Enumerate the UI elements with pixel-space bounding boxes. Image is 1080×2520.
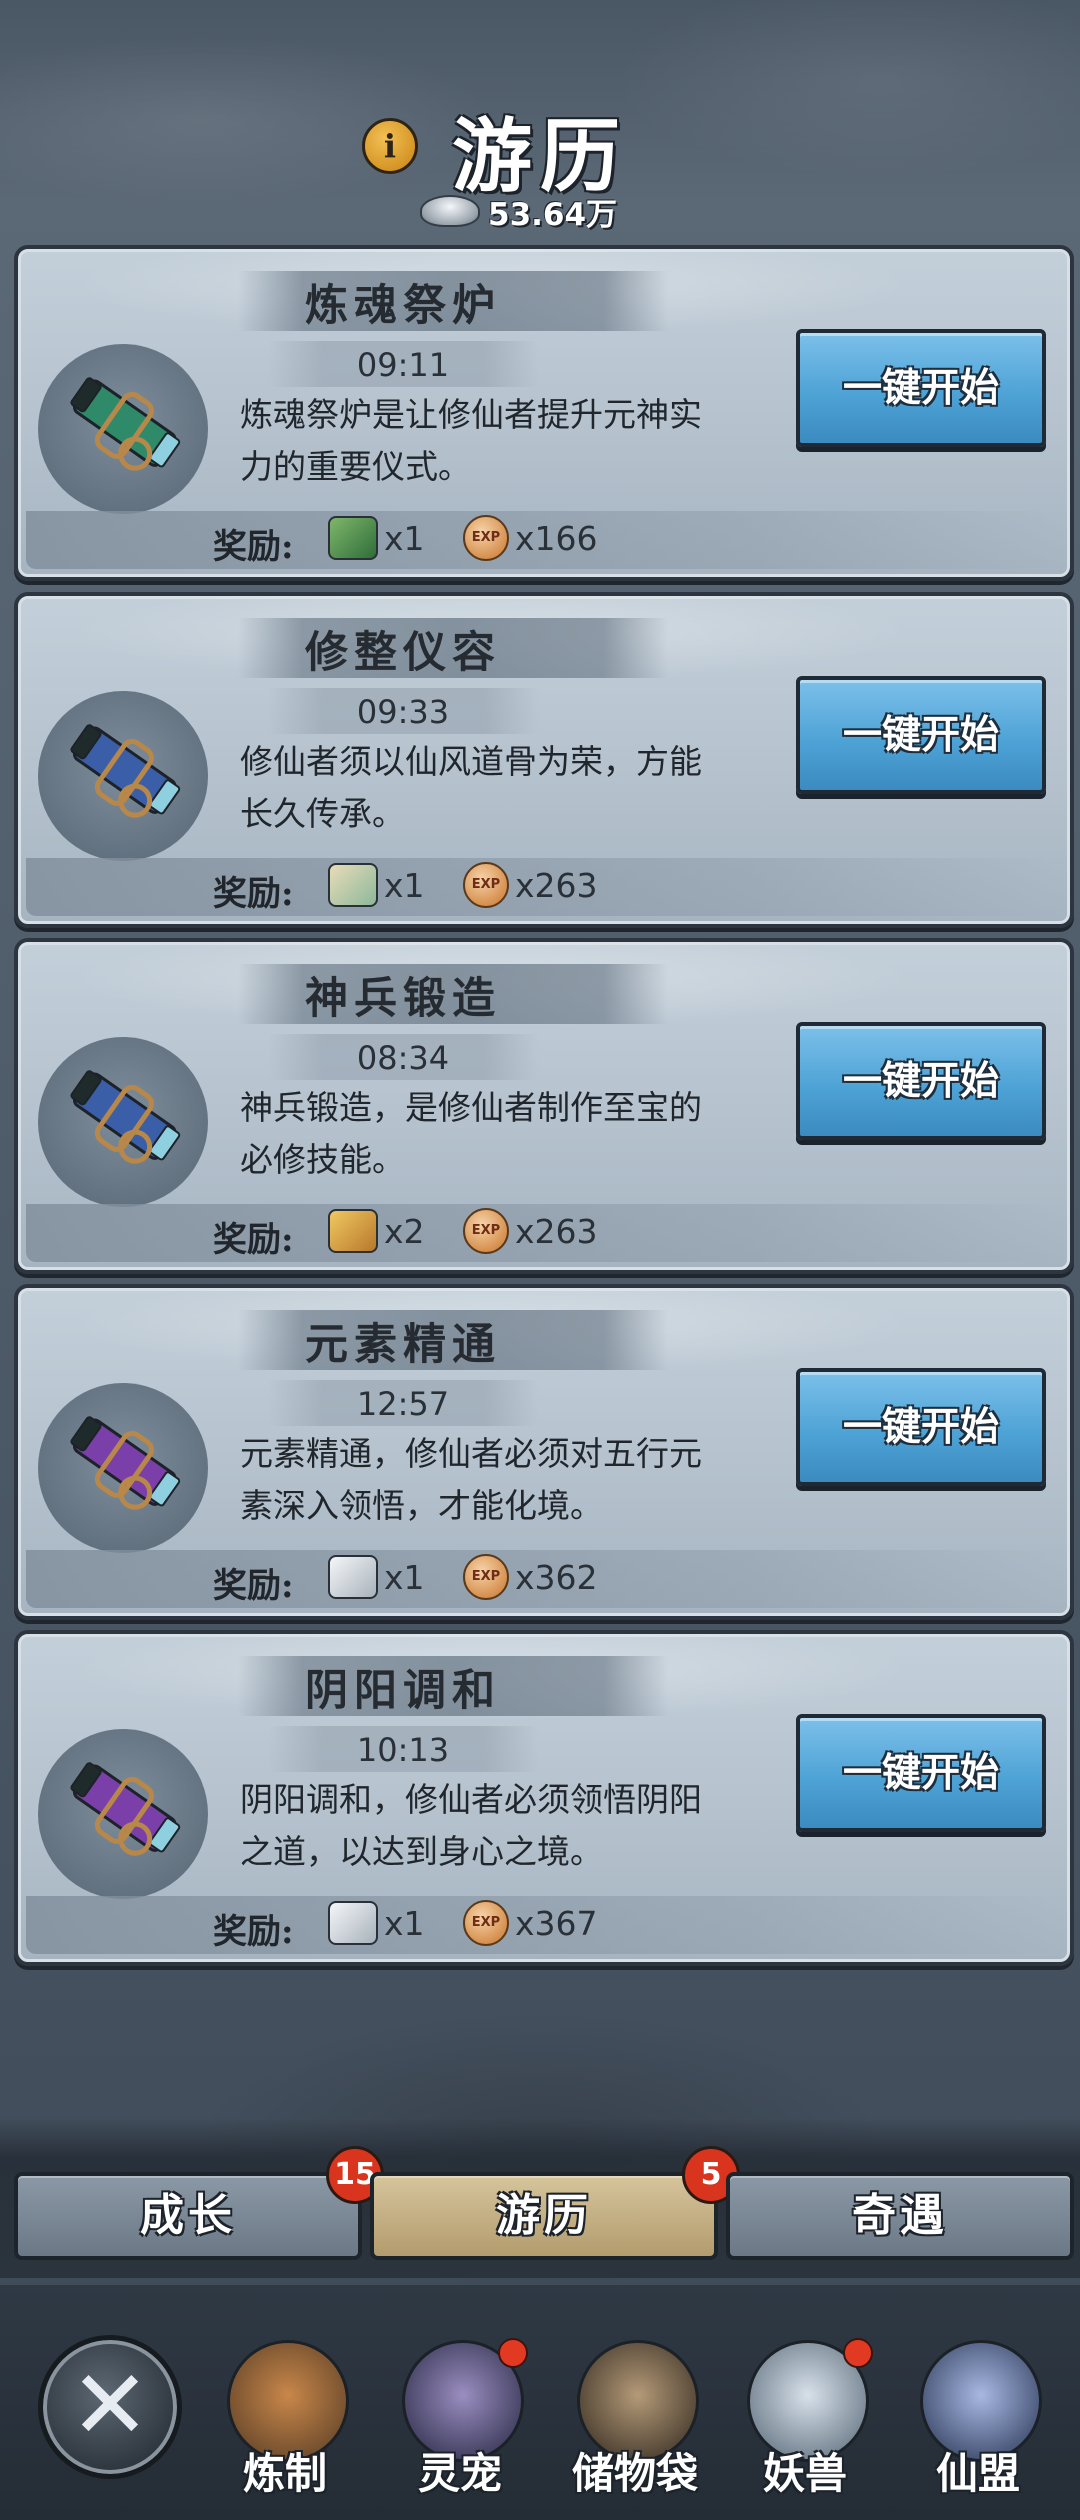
quest-card: 炼魂祭炉 09:11 炼魂祭炉是让修仙者提升元神实 力的重要仪式。 一键开始 奖…	[14, 245, 1074, 581]
description-line: 之道，以达到身心之境。	[240, 1832, 603, 1871]
nav-label: 储物袋	[571, 2449, 698, 2498]
tab-label: 成长	[140, 2190, 236, 2241]
silver-ingot-icon	[420, 195, 480, 227]
nav-item-storage-bag[interactable]: 储物袋	[565, 2340, 705, 2510]
nav-item-demon-beast[interactable]: 妖兽	[735, 2338, 875, 2510]
quest-title: 神兵锻造	[305, 974, 501, 1024]
nav-item-forge[interactable]: 炼制	[215, 2340, 355, 2510]
description-line: 炼魂祭炉是让修仙者提升元神实	[240, 395, 702, 434]
reward-label: 奖励:	[213, 527, 294, 567]
close-x-icon[interactable]: ✕	[38, 2335, 182, 2479]
reward-item-count: x2	[384, 1211, 425, 1251]
scroll-icon	[38, 344, 208, 514]
description-line: 力的重要仪式。	[240, 447, 471, 486]
currency-display: 53.64万	[420, 190, 618, 233]
reward-item-count: x1	[384, 518, 425, 558]
exp-icon: EXP	[463, 1554, 509, 1600]
quest-title: 阴阳调和	[305, 1666, 501, 1716]
scroll-icon	[38, 1037, 208, 1207]
quest-timer: 09:33	[356, 693, 450, 731]
reward-exp-count: x362	[515, 1557, 598, 1597]
description-line: 阴阳调和，修仙者必须领悟阴阳	[240, 1780, 702, 1819]
description-line: 必修技能。	[240, 1140, 405, 1179]
reward-item: x2	[328, 1208, 425, 1254]
reward-exp-count: x263	[515, 1211, 598, 1251]
exp-icon: EXP	[463, 1900, 509, 1946]
quest-description: 神兵锻造，是修仙者制作至宝的 必修技能。	[240, 1082, 800, 1186]
one-click-start-button[interactable]: 一键开始	[796, 329, 1046, 447]
quest-card: 神兵锻造 08:34 神兵锻造，是修仙者制作至宝的 必修技能。 一键开始 奖励:…	[14, 938, 1074, 1274]
exp-icon: EXP	[463, 862, 509, 908]
reward-label: 奖励:	[213, 874, 294, 914]
exp-icon: EXP	[463, 515, 509, 561]
quest-description: 元素精通，修仙者必须对五行元 素深入领悟，才能化境。	[240, 1428, 800, 1532]
reward-item: x1	[328, 1900, 425, 1946]
reward-item: x1	[328, 515, 425, 561]
nav-label: 仙盟	[935, 2449, 1020, 2498]
scroll-icon	[38, 691, 208, 861]
description-line: 素深入领悟，才能化境。	[240, 1486, 603, 1525]
feather-icon	[328, 1901, 378, 1945]
nav-label: 炼制	[242, 2449, 327, 2498]
map-scroll-icon	[328, 863, 378, 907]
nav-item-spirit-pet[interactable]: 灵宠	[390, 2338, 530, 2510]
tab-encounter[interactable]: 奇遇	[726, 2172, 1074, 2260]
description-line: 元素精通，修仙者必须对五行元	[240, 1434, 702, 1473]
quest-timer: 10:13	[356, 1731, 450, 1769]
reward-label: 奖励:	[213, 1220, 294, 1260]
quest-timer: 09:11	[356, 346, 450, 384]
reward-exp: EXP x362	[463, 1554, 598, 1600]
description-line: 修仙者须以仙风道骨为荣，方能	[240, 742, 702, 781]
description-line: 长久传承。	[240, 794, 405, 833]
tab-label: 奇遇	[852, 2190, 948, 2241]
header: i 游历 53.64万	[0, 0, 1080, 233]
one-click-start-button[interactable]: 一键开始	[796, 1022, 1046, 1140]
description-line: 神兵锻造，是修仙者制作至宝的	[240, 1088, 702, 1127]
notification-dot	[498, 2338, 528, 2368]
reward-exp-count: x367	[515, 1903, 598, 1943]
nav-item-immortal-alliance[interactable]: 仙盟	[908, 2340, 1048, 2510]
herb-icon	[328, 516, 378, 560]
gold-scroll-icon	[328, 1209, 378, 1253]
quest-description: 修仙者须以仙风道骨为荣，方能 长久传承。	[240, 736, 800, 840]
tab-label: 游历	[496, 2190, 592, 2241]
one-click-start-button[interactable]: 一键开始	[796, 1714, 1046, 1832]
feather-icon	[328, 1555, 378, 1599]
quest-title: 修整仪容	[305, 628, 501, 678]
scroll-icon	[38, 1729, 208, 1899]
quest-card: 修整仪容 09:33 修仙者须以仙风道骨为荣，方能 长久传承。 一键开始 奖励:…	[14, 592, 1074, 928]
quest-timer: 08:34	[356, 1039, 450, 1077]
currency-amount: 53.64万	[488, 196, 618, 233]
reward-exp: EXP x166	[463, 515, 598, 561]
reward-exp-count: x263	[515, 865, 598, 905]
quest-title: 元素精通	[305, 1320, 501, 1370]
reward-exp: EXP x367	[463, 1900, 598, 1946]
exp-icon: EXP	[463, 1208, 509, 1254]
quest-description: 阴阳调和，修仙者必须领悟阴阳 之道，以达到身心之境。	[240, 1774, 800, 1878]
reward-exp: EXP x263	[463, 1208, 598, 1254]
nav-label: 妖兽	[762, 2449, 847, 2498]
quest-card: 阴阳调和 10:13 阴阳调和，修仙者必须领悟阴阳 之道，以达到身心之境。 一键…	[14, 1630, 1074, 1966]
one-click-start-button[interactable]: 一键开始	[796, 1368, 1046, 1486]
reward-item: x1	[328, 862, 425, 908]
quest-title: 炼魂祭炉	[305, 281, 501, 331]
info-icon[interactable]: i	[362, 118, 418, 174]
tab-travel[interactable]: 游历 5	[370, 2146, 740, 2260]
notification-dot	[843, 2338, 873, 2368]
tab-growth[interactable]: 成长 15	[14, 2146, 384, 2260]
quest-timer: 12:57	[356, 1385, 450, 1423]
reward-item-count: x1	[384, 1903, 425, 1943]
one-click-start-button[interactable]: 一键开始	[796, 676, 1046, 794]
scroll-icon	[38, 1383, 208, 1553]
reward-exp: EXP x263	[463, 862, 598, 908]
reward-label: 奖励:	[213, 1566, 294, 1606]
reward-item-count: x1	[384, 865, 425, 905]
nav-label: 灵宠	[417, 2449, 502, 2498]
reward-exp-count: x166	[515, 518, 598, 558]
reward-item-count: x1	[384, 1557, 425, 1597]
quest-card: 元素精通 12:57 元素精通，修仙者必须对五行元 素深入领悟，才能化境。 一键…	[14, 1284, 1074, 1620]
quest-description: 炼魂祭炉是让修仙者提升元神实 力的重要仪式。	[240, 389, 800, 493]
reward-item: x1	[328, 1554, 425, 1600]
reward-label: 奖励:	[213, 1912, 294, 1952]
